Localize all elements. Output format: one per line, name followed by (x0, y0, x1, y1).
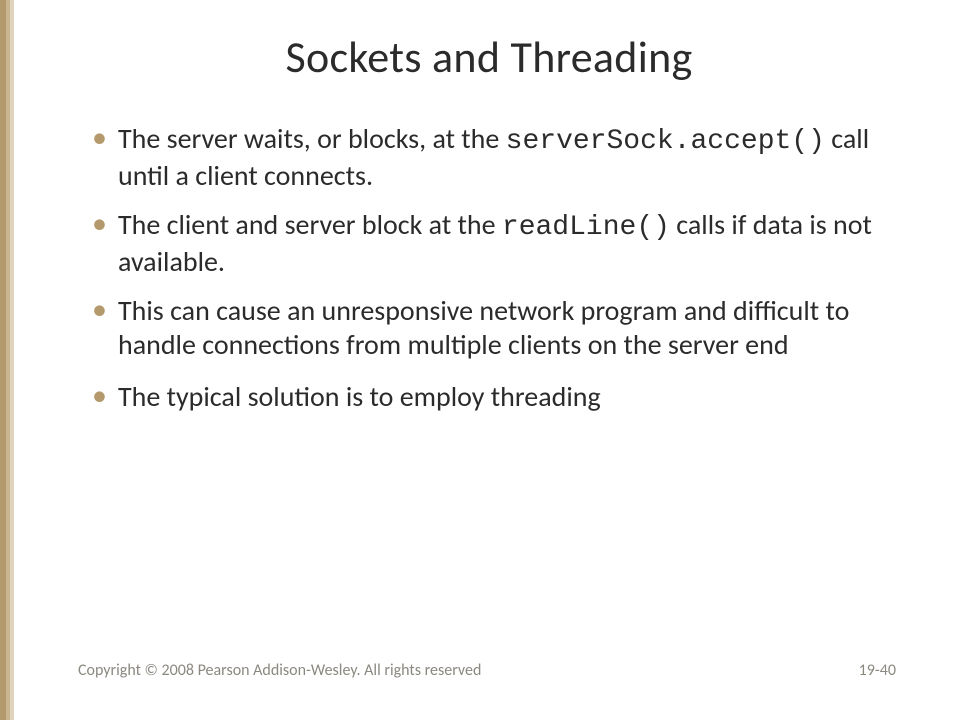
slide-title: Sockets and Threading (78, 30, 900, 84)
list-item: The server waits, or blocks, at the serv… (84, 122, 900, 194)
bullet-list: The server waits, or blocks, at the serv… (84, 122, 900, 417)
page-number: 19-40 (859, 661, 896, 680)
bullet-text-pre: The server waits, or blocks, at the (118, 121, 506, 156)
list-item: The typical solution is to employ thread… (84, 380, 900, 417)
list-item: This can cause an unresponsive network p… (84, 294, 900, 366)
slide-body: The server waits, or blocks, at the serv… (78, 122, 900, 417)
list-item: The client and server block at the readL… (84, 208, 900, 280)
bullet-text-pre: This can cause an unresponsive network p… (118, 293, 849, 362)
copyright-text: Copyright © 2008 Pearson Addison-Wesley.… (78, 661, 481, 680)
bullet-text-pre: The typical solution is to employ thread… (118, 379, 601, 414)
bullet-text-code: readLine() (502, 212, 670, 243)
bullet-text-pre: The client and server block at the (118, 207, 502, 242)
slide-footer: Copyright © 2008 Pearson Addison-Wesley.… (0, 661, 960, 680)
bullet-text-code: serverSock.accept() (506, 126, 825, 157)
slide-content: Sockets and Threading The server waits, … (0, 0, 960, 720)
